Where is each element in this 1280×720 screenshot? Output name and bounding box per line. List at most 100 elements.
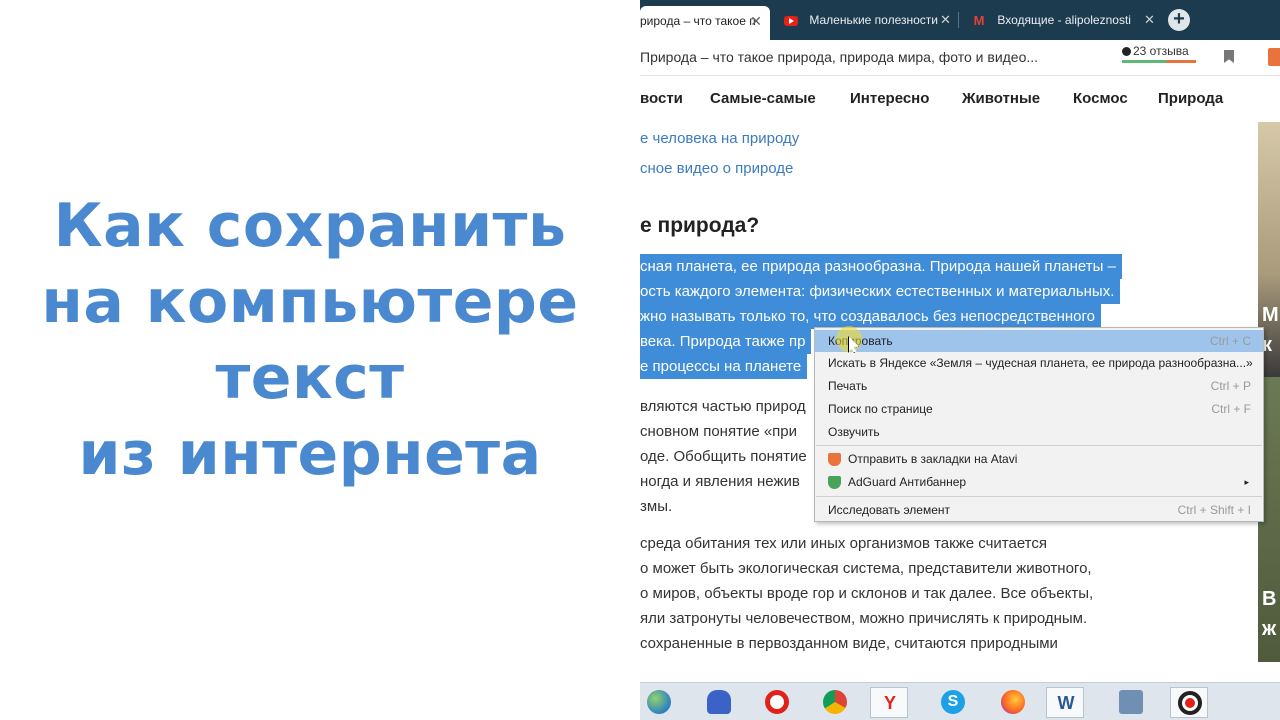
tab-label: рирода – что такое п: [640, 14, 756, 28]
selected-text-line[interactable]: е процессы на планете: [640, 354, 808, 379]
taskbar-recorder[interactable]: [1170, 687, 1208, 718]
menu-item-shortcut: Ctrl + P: [1210, 379, 1251, 393]
taskbar: Y S W: [640, 682, 1280, 720]
video-title-panel: Как сохранить на компьютере текст из инт…: [0, 0, 640, 720]
reviews-badge[interactable]: 23 отзыва: [1122, 44, 1189, 58]
toc-link[interactable]: сное видео о природе: [640, 160, 793, 177]
nav-item-samye-samye[interactable]: Самые-самые: [710, 90, 816, 107]
menu-item-adguard[interactable]: AdGuard Антибаннер ▸: [815, 471, 1263, 493]
tab-label: Маленькие полезности: [809, 13, 938, 27]
tab-separator: [958, 12, 959, 28]
taskbar-firefox[interactable]: [994, 687, 1032, 718]
menu-item-print[interactable]: Печать Ctrl + P: [815, 375, 1263, 397]
menu-item-shortcut: Ctrl + Shift + I: [1177, 503, 1251, 517]
menu-item-label: Озвучить: [828, 425, 880, 439]
paragraph-line: вляются частью природ: [640, 398, 806, 415]
toc-link[interactable]: е человека на природу: [640, 130, 799, 147]
browser-window: рирода – что такое п ✕ Маленькие полезно…: [640, 0, 1280, 720]
submenu-arrow-icon: ▸: [1244, 477, 1249, 487]
ad-text: М: [1262, 304, 1279, 326]
context-menu: Копировать Ctrl + C Искать в Яндексе «Зе…: [814, 327, 1264, 522]
title-line-2: на компьютере: [41, 267, 579, 337]
taskbar-yandex-browser[interactable]: Y: [870, 687, 908, 718]
ad-text: В: [1262, 588, 1277, 610]
taskbar-chrome[interactable]: [816, 687, 854, 718]
selected-text-line[interactable]: сная планета, ее природа разнообразна. П…: [640, 254, 1122, 279]
comment-icon: [1122, 47, 1131, 56]
menu-item-label: Искать в Яндексе «Земля – чудесная плане…: [828, 356, 1253, 370]
windows-start-icon: [647, 690, 671, 714]
taskbar-opera[interactable]: [758, 687, 796, 718]
menu-item-atavi[interactable]: Отправить в закладки на Atavi: [815, 448, 1263, 470]
menu-item-search-yandex[interactable]: Искать в Яндексе «Земля – чудесная плане…: [815, 352, 1263, 374]
close-tab-icon[interactable]: ✕: [750, 6, 762, 36]
title-line-1: Как сохранить: [53, 191, 567, 261]
taskbar-word[interactable]: W: [1046, 687, 1084, 718]
taskbar-start[interactable]: [640, 687, 678, 718]
headphones-icon: [707, 690, 731, 714]
video-title: Как сохранить на компьютере текст из инт…: [0, 188, 620, 492]
new-tab-button[interactable]: +: [1168, 9, 1190, 31]
menu-item-find-in-page[interactable]: Поиск по странице Ctrl + F: [815, 398, 1263, 420]
tab-malenkie-poleznosti[interactable]: Маленькие полезности: [784, 6, 954, 34]
extension-icon[interactable]: [1268, 48, 1280, 66]
taskbar-audio-app[interactable]: [700, 687, 738, 718]
firefox-icon: [1001, 690, 1025, 714]
tab-priroda[interactable]: рирода – что такое п ✕: [640, 6, 770, 40]
record-dot-icon: [1185, 698, 1195, 708]
menu-item-shortcut: Ctrl + F: [1211, 402, 1251, 416]
section-heading: е природа?: [640, 214, 760, 237]
youtube-icon: [784, 15, 798, 26]
tab-label: Входящие - alipoleznosti: [997, 13, 1131, 27]
computer-icon: [1119, 690, 1143, 714]
page-title: Природа – что такое природа, природа мир…: [640, 49, 1039, 65]
paragraph-line: о миров, объекты вроде гор и склонов и т…: [640, 585, 1094, 602]
menu-item-inspect[interactable]: Исследовать элемент Ctrl + Shift + I: [815, 499, 1263, 521]
nav-item-novosti[interactable]: вости: [640, 90, 683, 107]
paragraph-line: яли затронуты человечеством, можно причи…: [640, 610, 1088, 627]
tab-strip: рирода – что такое п ✕ Маленькие полезно…: [640, 0, 1280, 40]
paragraph-line: сновном понятие «при: [640, 423, 798, 440]
menu-item-copy[interactable]: Копировать Ctrl + C: [815, 330, 1263, 352]
selected-text-line[interactable]: ость каждого элемента: физических естест…: [640, 279, 1121, 304]
paragraph-line: среда обитания тех или иных организмов т…: [640, 535, 1047, 552]
nav-item-zhivotnye[interactable]: Животные: [962, 90, 1040, 107]
close-tab-icon[interactable]: ✕: [940, 12, 951, 28]
nav-item-kosmos[interactable]: Космос: [1073, 90, 1128, 107]
taskbar-skype[interactable]: S: [934, 687, 972, 718]
gmail-icon: M: [973, 12, 985, 28]
yandex-icon: Y: [883, 693, 896, 713]
paragraph-line: о может быть экологическая система, пред…: [640, 560, 1092, 577]
paragraph-line: сохраненные в первозданном виде, считают…: [640, 635, 1058, 652]
paragraph-line: оде. Обобщить понятие: [640, 448, 807, 465]
nav-item-interesno[interactable]: Интересно: [850, 90, 929, 107]
word-icon: W: [1057, 693, 1075, 713]
nav-item-priroda[interactable]: Природа: [1158, 90, 1223, 107]
selected-text-line[interactable]: века. Природа также пр: [640, 329, 812, 354]
paragraph-line: змы.: [640, 498, 673, 515]
menu-item-shortcut: Ctrl + C: [1209, 334, 1251, 348]
skype-letter: S: [947, 693, 959, 710]
menu-item-label: Отправить в закладки на Atavi: [848, 452, 1018, 466]
menu-item-speak[interactable]: Озвучить: [815, 421, 1263, 443]
chrome-icon: [823, 690, 847, 714]
title-line-3: текст: [215, 343, 405, 413]
title-line-4: из интернета: [78, 419, 542, 489]
page-header-bar: Природа – что такое природа, природа мир…: [640, 40, 1280, 76]
menu-separator: [816, 445, 1262, 446]
close-tab-icon[interactable]: ✕: [1144, 12, 1155, 28]
menu-separator: [816, 496, 1262, 497]
menu-item-label: AdGuard Антибаннер: [848, 475, 967, 489]
rating-bar: [1122, 60, 1196, 63]
bookmark-icon[interactable]: [1224, 50, 1234, 63]
opera-icon: [765, 690, 789, 714]
adguard-shield-icon: [828, 476, 841, 489]
tab-gmail-inbox[interactable]: M Входящие - alipoleznosti: [972, 6, 1152, 34]
menu-item-label: Печать: [828, 379, 868, 393]
taskbar-network-app[interactable]: [1112, 687, 1150, 718]
paragraph-line: ногда и явления нежив: [640, 473, 800, 490]
atavi-icon: [828, 453, 841, 466]
site-navigation: вости Самые-самые Интересно Животные Кос…: [640, 76, 1280, 122]
selected-text-line[interactable]: жно называть только то, что создавалось …: [640, 304, 1101, 329]
ad-text: ж: [1262, 618, 1277, 640]
